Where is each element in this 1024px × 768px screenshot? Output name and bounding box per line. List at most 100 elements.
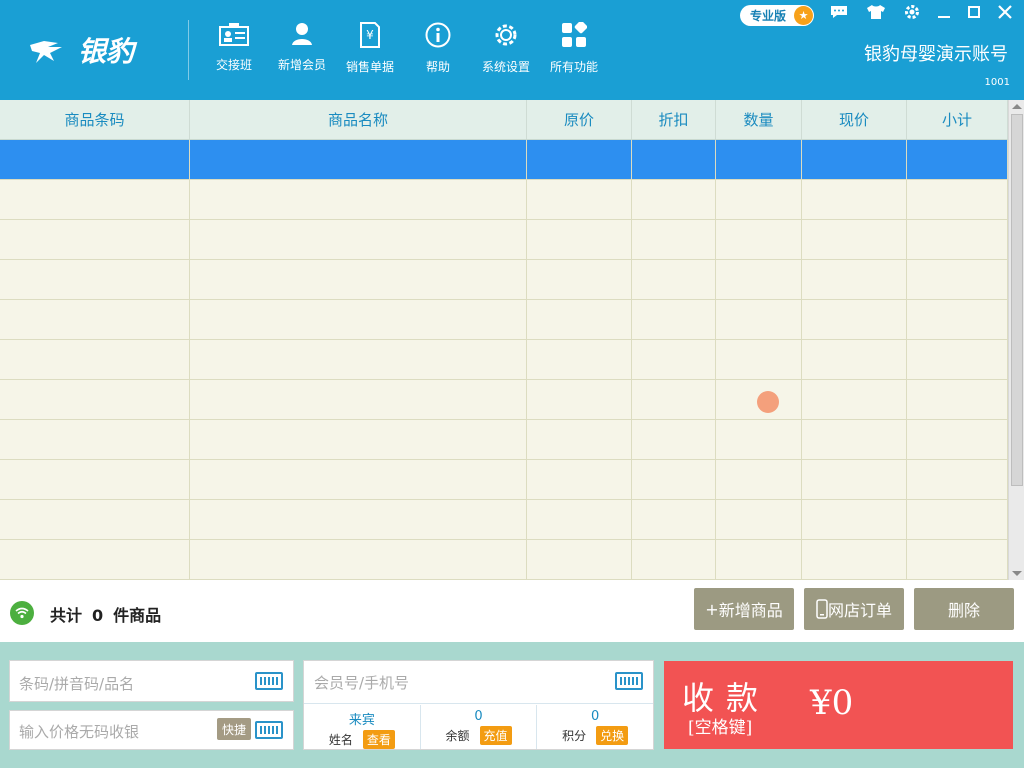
leopard-logo-icon: [30, 41, 62, 63]
table-row[interactable]: [0, 380, 1008, 420]
table-row[interactable]: [0, 260, 1008, 300]
member-points-stat: 0 积分 兑换: [537, 705, 653, 749]
balance-label: 余额: [445, 729, 470, 743]
item-total: 共计 0 件商品: [50, 602, 161, 626]
message-icon[interactable]: [830, 5, 848, 19]
quick-button[interactable]: 快捷: [217, 718, 251, 740]
table-row[interactable]: [0, 140, 1008, 180]
total-suffix: 件商品: [113, 606, 162, 625]
nav-label: 帮助: [425, 60, 450, 74]
phone-icon: [816, 599, 828, 619]
total-prefix: 共计: [50, 606, 83, 625]
column-header[interactable]: 原价: [527, 100, 632, 139]
top-header: 银豹 交接班 新增会员 ¥ 销售单据 帮助 系统设置 所有功能 专业版 ★ 银豹…: [0, 0, 1024, 100]
member-stats: 来宾 姓名 查看 0 余额 充值 0 积分 兑换: [304, 705, 653, 749]
recharge-button[interactable]: 充值: [479, 726, 512, 745]
minimize-icon[interactable]: [938, 6, 950, 18]
column-header[interactable]: 现价: [802, 100, 907, 139]
table-row[interactable]: [0, 180, 1008, 220]
item-count: 0: [92, 606, 104, 625]
add-member-icon: [292, 23, 312, 45]
price-input[interactable]: 输入价格无码收银 快捷: [9, 710, 294, 750]
member-balance-stat: 0 余额 充值: [421, 705, 538, 749]
main-nav: 交接班 新增会员 ¥ 销售单据 帮助 系统设置 所有功能: [200, 18, 608, 88]
keyboard-icon[interactable]: [255, 672, 283, 690]
member-search-input[interactable]: 会员号/手机号: [304, 661, 653, 704]
nav-sales-receipts[interactable]: ¥ 销售单据: [336, 18, 404, 88]
product-table: 商品条码 商品名称 原价 折扣 数量 现价 小计: [0, 100, 1008, 580]
vertical-scrollbar[interactable]: [1008, 100, 1024, 580]
nav-system-settings[interactable]: 系统设置: [472, 18, 540, 88]
table-row[interactable]: [0, 540, 1008, 580]
checkout-panel: 条码/拼音码/品名 输入价格无码收银 快捷 会员号/手机号 来宾 姓名 查看 0 …: [0, 642, 1024, 768]
nav-label: 新增会员: [277, 58, 326, 72]
sales-receipt-icon: ¥: [360, 22, 380, 48]
pro-badge-label: 专业版: [750, 9, 787, 23]
checkout-button[interactable]: 收款 [空格键] ¥0: [664, 661, 1013, 749]
all-functions-icon: [562, 22, 587, 47]
barcode-search-input[interactable]: 条码/拼音码/品名: [9, 660, 294, 702]
header-divider: [188, 20, 189, 80]
nav-label: 销售单据: [345, 60, 394, 74]
nav-shift-handover[interactable]: 交接班: [200, 18, 268, 88]
column-header[interactable]: 商品名称: [190, 100, 527, 139]
table-row[interactable]: [0, 300, 1008, 340]
svg-text:¥: ¥: [366, 28, 374, 42]
table-row[interactable]: [0, 220, 1008, 260]
nav-add-member[interactable]: 新增会员: [268, 18, 336, 88]
delete-label: 删除: [947, 601, 980, 620]
column-header[interactable]: 商品条码: [0, 100, 190, 139]
points-value: 0: [591, 709, 600, 724]
account-id: 1001: [984, 77, 1010, 88]
logo-text: 银豹: [78, 35, 135, 68]
app-logo: 银豹: [28, 30, 178, 70]
member-name-value: 来宾: [348, 713, 375, 728]
star-icon: ★: [794, 6, 813, 25]
add-product-label: 新增商品: [718, 601, 783, 620]
add-product-button[interactable]: + 新增商品: [694, 588, 794, 630]
table-header: 商品条码 商品名称 原价 折扣 数量 现价 小计: [0, 100, 1008, 140]
nav-label: 所有功能: [549, 60, 598, 74]
checkout-amount: ¥0: [810, 683, 854, 723]
barcode-placeholder: 条码/拼音码/品名: [19, 675, 135, 693]
redeem-button[interactable]: 兑换: [596, 726, 629, 745]
nav-label: 交接班: [215, 58, 252, 72]
delete-button[interactable]: 删除: [914, 588, 1014, 630]
table-row[interactable]: [0, 500, 1008, 540]
wifi-status-icon: [10, 601, 34, 625]
column-header[interactable]: 小计: [907, 100, 1008, 139]
member-placeholder: 会员号/手机号: [314, 674, 410, 692]
member-panel: 会员号/手机号 来宾 姓名 查看 0 余额 充值 0 积分 兑换: [303, 660, 654, 750]
member-name-label: 姓名: [328, 733, 353, 747]
nav-all-functions[interactable]: 所有功能: [540, 18, 608, 88]
table-row[interactable]: [0, 420, 1008, 460]
keyboard-icon[interactable]: [615, 672, 643, 690]
cursor-indicator: [757, 391, 779, 413]
table-row[interactable]: [0, 340, 1008, 380]
scrollbar-thumb[interactable]: [1011, 114, 1023, 486]
scroll-up-arrow-icon[interactable]: [1012, 104, 1022, 109]
nav-label: 系统设置: [481, 60, 530, 74]
shift-handover-icon: [219, 23, 249, 46]
settings-icon: [495, 24, 517, 46]
summary-bar: 共计 0 件商品 + 新增商品 网店订单 删除: [0, 580, 1024, 642]
help-icon: [425, 22, 451, 48]
column-header[interactable]: 折扣: [632, 100, 716, 139]
member-name-stat: 来宾 姓名 查看: [304, 705, 421, 749]
settings-gear-icon[interactable]: [904, 4, 920, 20]
maximize-icon[interactable]: [968, 6, 980, 18]
column-header[interactable]: 数量: [716, 100, 802, 139]
view-member-button[interactable]: 查看: [362, 730, 395, 749]
online-order-label: 网店订单: [827, 601, 892, 620]
theme-shirt-icon[interactable]: [866, 4, 886, 20]
online-order-button[interactable]: 网店订单: [804, 588, 904, 630]
pro-edition-badge[interactable]: 专业版 ★: [740, 5, 814, 26]
points-label: 积分: [562, 729, 587, 743]
table-row[interactable]: [0, 460, 1008, 500]
keyboard-icon[interactable]: [255, 721, 283, 739]
balance-value: 0: [474, 709, 483, 724]
nav-help[interactable]: 帮助: [404, 18, 472, 88]
close-icon[interactable]: [998, 5, 1012, 19]
plus-icon: +: [705, 599, 719, 619]
scroll-down-arrow-icon[interactable]: [1012, 571, 1022, 576]
